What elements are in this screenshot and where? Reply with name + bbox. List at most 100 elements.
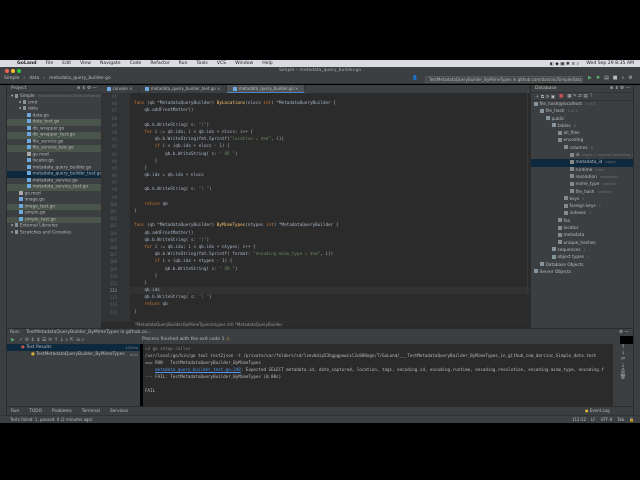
database-header-icons[interactable]: ⊗ ⇟ ⚙ —: [610, 86, 630, 91]
editor-tab[interactable]: metadata_query_builder.go ×: [227, 85, 306, 93]
menu-run[interactable]: Run: [179, 61, 188, 66]
database-tree-item[interactable]: id bigint = nextval('encoding_id_seq'): [531, 152, 640, 159]
menu-help[interactable]: Help: [262, 61, 272, 66]
breadcrumb-file[interactable]: metadata_query_builder.go: [49, 76, 111, 81]
code-line[interactable]: [130, 215, 530, 222]
debug-icon[interactable]: ✹: [596, 75, 600, 81]
menu-refactor[interactable]: Refactor: [150, 61, 169, 66]
code-line[interactable]: [130, 194, 530, 201]
coverage-icon[interactable]: ▤: [604, 75, 609, 81]
database-tree-item[interactable]: unique_hashes: [531, 240, 633, 247]
code-line[interactable]: }: [130, 309, 530, 316]
run-icon[interactable]: ▶: [588, 75, 592, 81]
database-tree-item[interactable]: keys 1: [531, 196, 633, 203]
code-line[interactable]: qb.b.WriteString(fmt.Sprintf("location =…: [130, 136, 530, 143]
run-config-tab[interactable]: TestMetadataQueryBuilder_ByMimeTypes in …: [26, 330, 151, 335]
database-tree-item[interactable]: all_files: [531, 130, 633, 137]
tool-tab-todo[interactable]: TODO: [29, 409, 42, 414]
line-separator[interactable]: LF: [591, 417, 596, 422]
database-tree-item[interactable]: resolution resolution: [531, 174, 633, 181]
indent[interactable]: Tab: [617, 417, 624, 422]
test-result-item[interactable]: ● TestMetadataQueryBuilder_ByMimeTypes 0m…: [7, 351, 140, 358]
settings-icon[interactable]: ⚙: [628, 75, 632, 81]
database-tree-item[interactable]: foreign keys 1: [531, 203, 633, 210]
code-line[interactable]: }: [130, 208, 530, 215]
menu-edit[interactable]: Edit: [62, 61, 71, 66]
database-tree-item[interactable]: object types 1: [531, 254, 633, 261]
code-line[interactable]: }: [130, 158, 530, 165]
database-tree-item[interactable]: file_hash varchar: [531, 189, 633, 196]
database-tree-item[interactable]: sequences 1: [531, 247, 633, 254]
code-line[interactable]: [130, 93, 530, 100]
editor-tab[interactable]: console ×: [101, 85, 140, 93]
menu-file[interactable]: File: [46, 61, 54, 66]
code-line[interactable]: qb.addFrontMatter(): [130, 230, 530, 237]
tool-tab-run[interactable]: Run: [11, 409, 19, 414]
run-toolbar[interactable]: ▶ ✓ ⊘ ↕ ↨ ☰ ≑ ↑ ↓ ⌕ ⇱ ⇲ ⌕: [7, 336, 140, 344]
project-tree-item[interactable]: ▾ Simple/Volumes/Historical/Tools/Viewer…: [7, 93, 109, 100]
database-tree-item[interactable]: foo: [531, 218, 633, 225]
code-line[interactable]: func (qb *MetadataQueryBuilder) ByLocati…: [130, 100, 530, 107]
test-result-item[interactable]: ● Test Results 147ms: [7, 344, 140, 351]
code-line[interactable]: qb.idx: [130, 287, 530, 295]
code-line[interactable]: for i := qb.idx; i < qb.idx + ntypes; i+…: [130, 244, 530, 251]
app-menu[interactable]: GoLand: [17, 61, 37, 66]
project-tree-item[interactable]: ▾ Scratches and Consoles: [7, 229, 101, 237]
user-icon[interactable]: 👤: [412, 76, 418, 81]
code-line[interactable]: for i := qb.idx; i < qb.idx + nlocs; i++…: [130, 129, 530, 136]
code-line[interactable]: if i < (qb.idx + ntypes - 1) {: [130, 258, 530, 265]
code-line[interactable]: qb.b.WriteString( s: "("): [130, 122, 530, 129]
stop-icon[interactable]: ■: [613, 75, 618, 81]
code-line[interactable]: [130, 115, 530, 122]
source-link[interactable]: metadata_query_builder_test.go:248: [155, 367, 241, 372]
code-line[interactable]: }: [130, 280, 530, 287]
breadcrumb-folder[interactable]: data: [29, 76, 39, 81]
code-line[interactable]: qb.addFrontMatter(): [130, 107, 530, 114]
database-tree-item[interactable]: columns 6: [531, 145, 633, 152]
database-tree-item[interactable]: Server Objects: [531, 269, 633, 276]
code-line[interactable]: }: [130, 165, 530, 172]
code-line[interactable]: qb.b.WriteString(fmt.Sprintf( format: "e…: [130, 251, 530, 258]
run-panel-settings-icon[interactable]: ⚙ —: [619, 330, 629, 335]
tool-tab-services[interactable]: Services: [110, 409, 128, 414]
database-tree-item[interactable]: encoding: [531, 137, 633, 144]
database-tree-item[interactable]: file_hash 1 of 3: [531, 108, 633, 115]
code-line[interactable]: qb.b.WriteString( s: " OR "): [130, 266, 530, 273]
database-tree-item[interactable]: Database Objects: [531, 262, 633, 269]
code-line[interactable]: if i < (qb.idx + nlocs - 1) {: [130, 143, 530, 150]
project-toolbar-icons[interactable]: ⊕ ⇟ ⚙ —: [77, 86, 97, 91]
code-line[interactable]: [130, 179, 530, 186]
run-configuration-select[interactable]: TestMetadataQueryBuilder_ByMimeTypes in …: [425, 75, 583, 83]
menu-navigate[interactable]: Navigate: [100, 61, 121, 66]
code-line[interactable]: return qb: [130, 201, 530, 208]
menu-tools[interactable]: Tools: [196, 61, 207, 66]
database-tree-item[interactable]: public: [531, 116, 633, 123]
run-console-output[interactable]: <3 go setup calls> /usr/local/go/bin/go t…: [143, 344, 613, 406]
code-line[interactable]: }: [130, 273, 530, 280]
code-line[interactable]: qb.b.WriteString( s: ") "): [130, 294, 530, 301]
cursor-position[interactable]: 112:12: [572, 417, 586, 422]
code-line[interactable]: qb.b.WriteString( s: ") "): [130, 186, 530, 193]
lock-icon[interactable]: 🔓: [629, 417, 634, 422]
search-icon[interactable]: ⌕: [622, 75, 625, 81]
database-tree-item[interactable]: file_hash@localhost 1 of 4: [531, 101, 633, 108]
code-line[interactable]: qb.idx = qb.idx + nlocs: [130, 172, 530, 179]
console-side-toolbar[interactable]: ↑ ↓ ⇌ ⤓ ⎙ 🗑: [613, 344, 633, 406]
database-tree-item[interactable]: metadata_id bigint: [531, 159, 633, 167]
code-line[interactable]: qb.b.WriteString( s: "("): [130, 237, 530, 244]
database-tree-item[interactable]: tables 6: [531, 123, 633, 130]
menu-window[interactable]: Window: [235, 61, 253, 66]
code-line[interactable]: func (qb *MetadataQueryBuilder) ByMimeTy…: [130, 222, 530, 229]
database-tree-item[interactable]: locator: [531, 225, 633, 232]
menu-vcs[interactable]: VCS: [217, 61, 226, 66]
menu-code[interactable]: Code: [130, 61, 142, 66]
editor-tab[interactable]: metadata_query_builder_test.go ×: [139, 85, 228, 93]
status-message[interactable]: Tests failed: 1, passed: 0 (2 minutes ag…: [10, 417, 92, 422]
tool-tab-problems[interactable]: Problems: [52, 409, 72, 414]
tool-tab-terminal[interactable]: Terminal: [82, 409, 100, 414]
database-tree-item[interactable]: mime_type varchar: [531, 181, 633, 188]
code-line[interactable]: qb.b.WriteString( s: " OR "): [130, 151, 530, 158]
code-line[interactable]: return qb: [130, 301, 530, 308]
database-tree-item[interactable]: indexes 1: [531, 210, 633, 217]
project-view-select[interactable]: Project: [11, 86, 26, 91]
